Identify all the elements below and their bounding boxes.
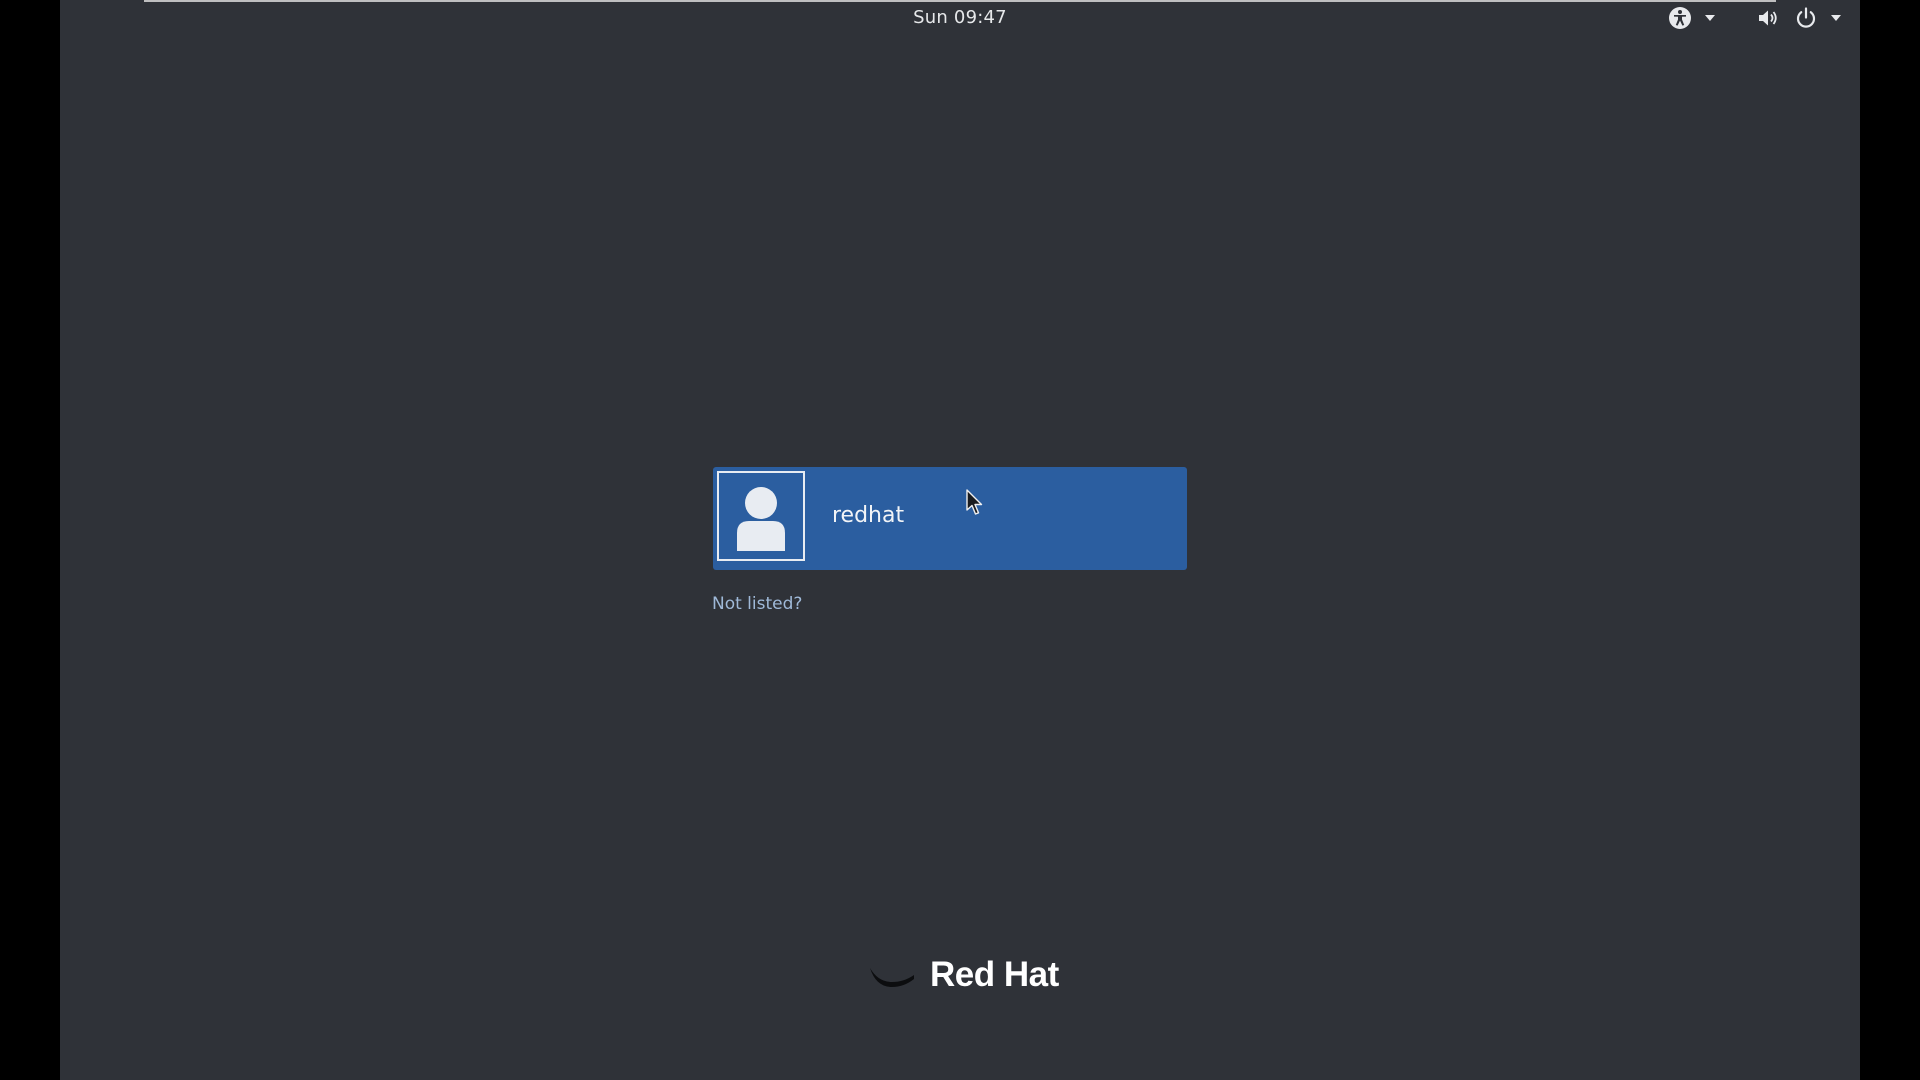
top-bar: Sun 09:47 [60,0,1860,36]
power-menu-button[interactable] [1794,6,1842,30]
volume-button[interactable] [1756,6,1780,30]
caret-down-icon [1831,15,1841,21]
user-list-item[interactable]: redhat [713,467,1187,570]
power-icon [1796,7,1816,28]
clock[interactable]: Sun 09:47 [60,7,1860,28]
not-listed-link[interactable]: Not listed? [712,594,802,614]
status-area [1668,6,1842,30]
redhat-branding: Red Hat [868,955,1059,995]
user-avatar [717,471,805,561]
user-name: redhat [832,503,905,528]
login-screen: Sun 09:47 redhat Not listed? Red Hat [60,0,1860,1080]
caret-down-icon [1705,15,1715,21]
redhat-logo-icon [870,968,914,987]
volume-icon [1759,10,1777,26]
accessibility-icon [1669,7,1691,29]
mouse-pointer-icon [966,489,983,515]
redhat-logo-text: Red Hat [930,955,1059,994]
accessibility-menu-button[interactable] [1668,6,1716,30]
user-silhouette-icon [737,487,785,551]
